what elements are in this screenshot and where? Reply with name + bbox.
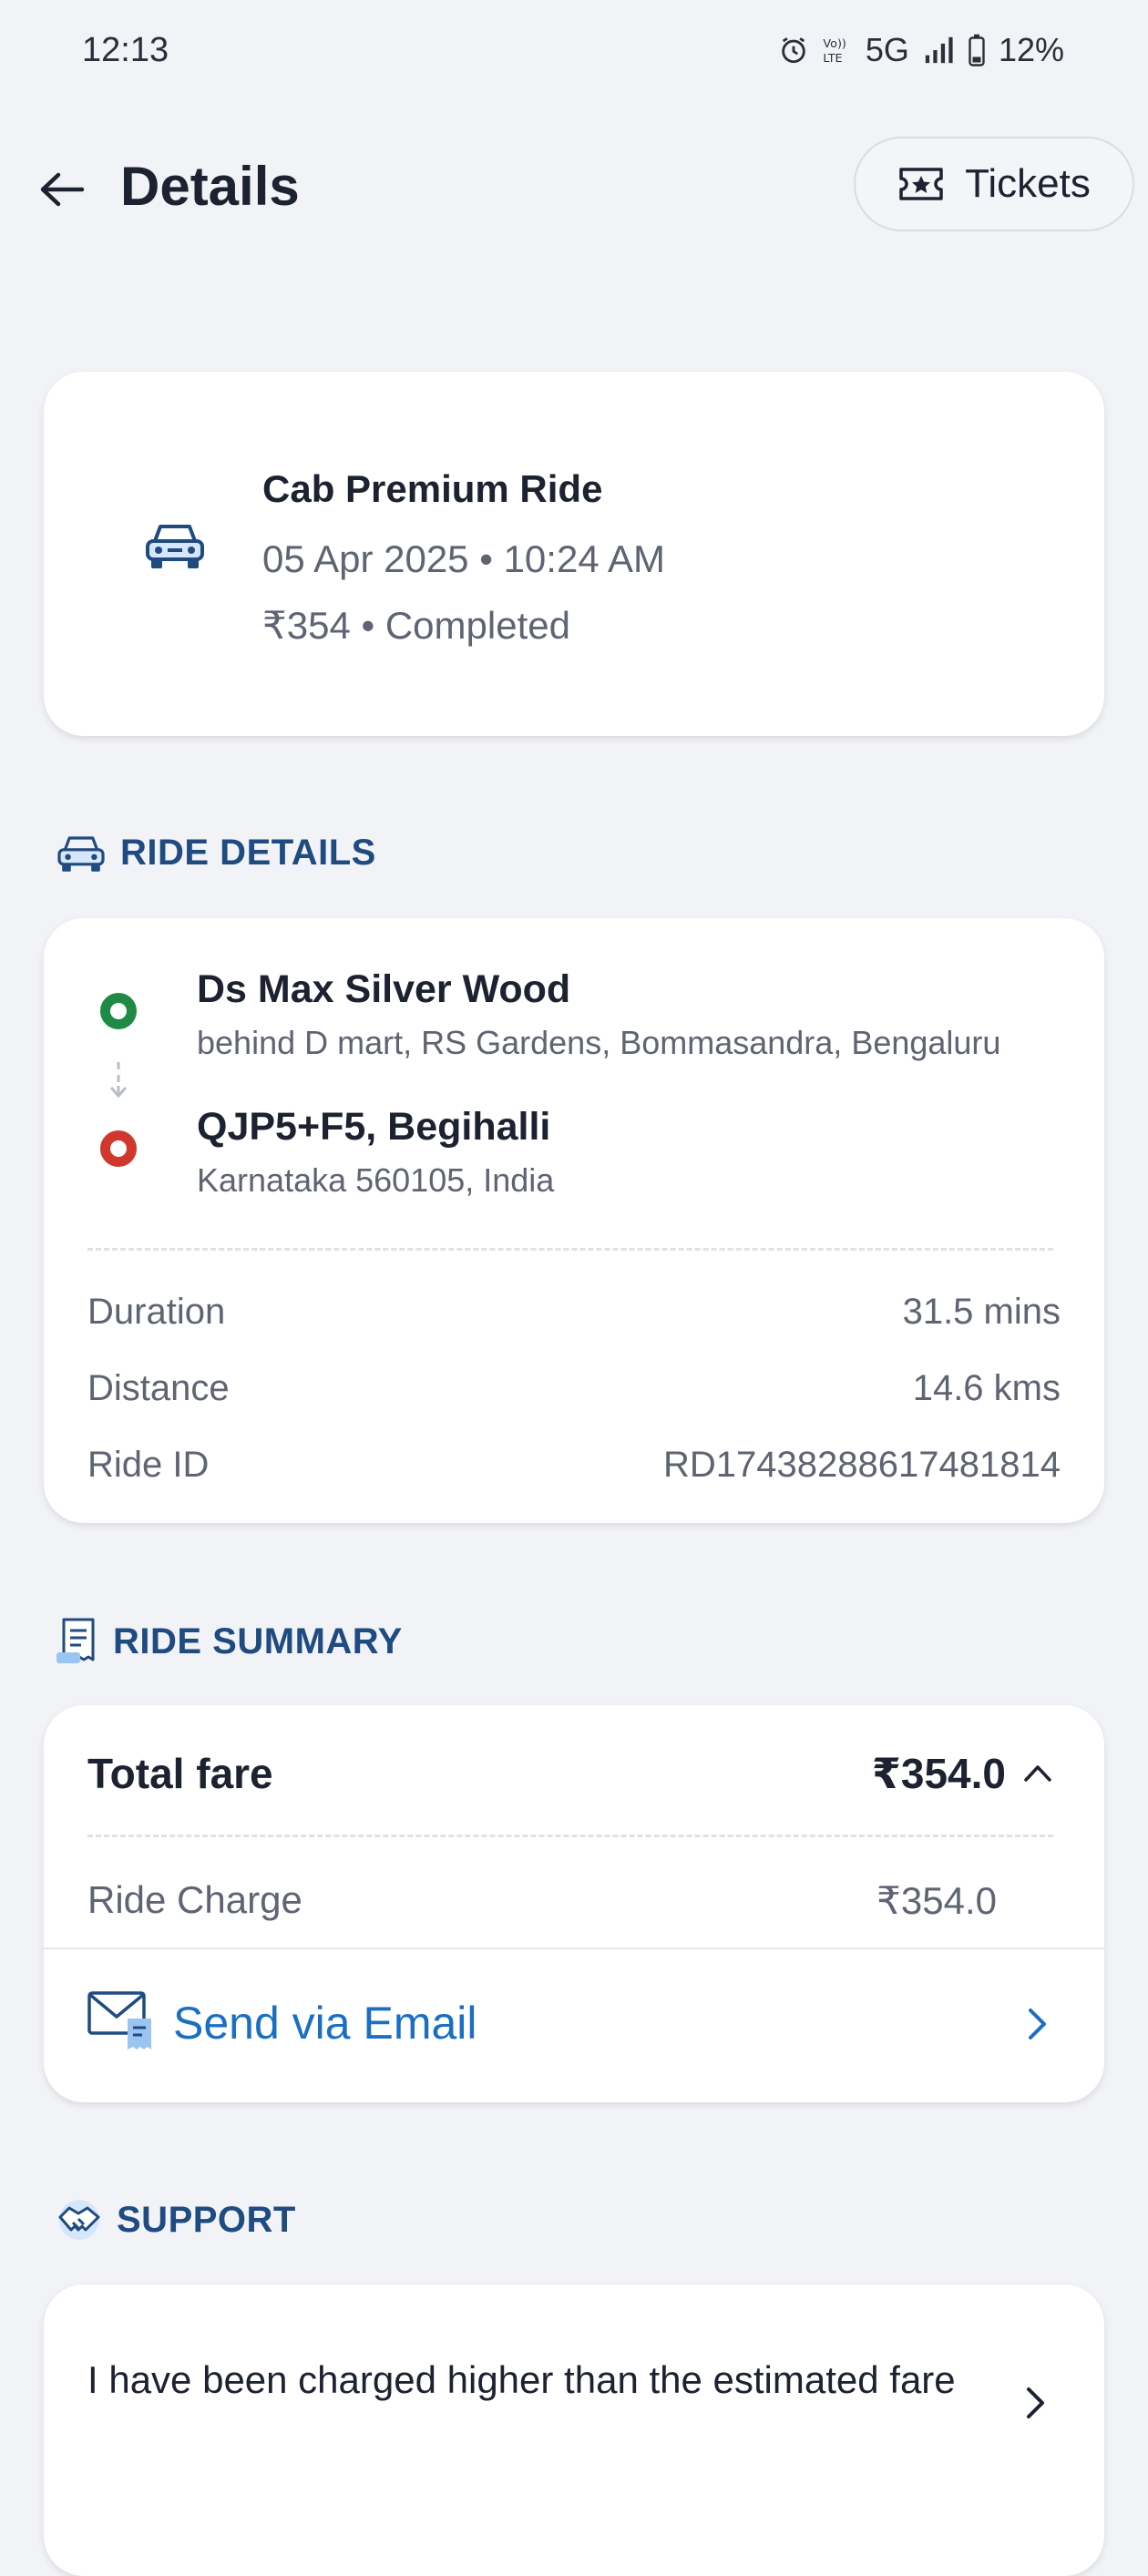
divider [87, 1248, 1053, 1251]
total-fare-label: Total fare [87, 1750, 273, 1797]
support-item-label: I have been charged higher than the esti… [87, 2358, 956, 2401]
ride-summary-heading: RIDE SUMMARY [55, 1616, 403, 1667]
ride-details-card: Ds Max Silver Wood behind D mart, RS Gar… [44, 918, 1104, 1523]
svg-text:Vo)): Vo)) [823, 37, 846, 51]
page-title: Details [120, 156, 300, 217]
ride-summary-title: RIDE SUMMARY [113, 1620, 403, 1661]
total-fare-value: ₹354.0 [871, 1750, 1006, 1797]
handshake-icon [58, 2200, 100, 2240]
drop-marker-icon [100, 1130, 137, 1167]
ride-date-time: 05 Apr 2025 • 10:24 AM [262, 537, 666, 580]
send-via-email-button[interactable]: Send via Email [44, 1949, 1104, 2102]
back-button[interactable] [35, 162, 89, 217]
ride-summary-card: Cab Premium Ride 05 Apr 2025 • 10:24 AM … [44, 372, 1104, 736]
duration-label: Duration [87, 1292, 226, 1332]
distance-value: 14.6 kms [912, 1368, 1061, 1408]
ride-id-label: Ride ID [87, 1445, 210, 1485]
send-via-email-label: Send via Email [173, 1998, 477, 2049]
support-heading: SUPPORT [55, 2197, 296, 2243]
battery-icon [969, 34, 985, 66]
car-icon [57, 836, 105, 872]
car-icon [146, 525, 204, 568]
chevron-up-icon[interactable] [1022, 1762, 1053, 1784]
support-card: I have been charged higher than the esti… [44, 2285, 1104, 2576]
chevron-right-icon [1029, 2009, 1046, 2039]
email-icon [87, 1991, 151, 2050]
status-time: 12:13 [82, 31, 169, 69]
app-bar: Details Tickets [0, 137, 1148, 237]
signal-icon [925, 36, 953, 64]
drop-name: QJP5+F5, Begihalli [197, 1105, 551, 1149]
svg-text:LTE: LTE [823, 52, 842, 66]
ride-details-heading: RIDE DETAILS [55, 831, 376, 874]
distance-label: Distance [87, 1368, 230, 1408]
fare-card: Total fare ₹354.0 Ride Charge ₹354.0 Sen… [44, 1705, 1104, 2102]
divider [87, 1835, 1053, 1837]
ride-charge-label: Ride Charge [87, 1878, 302, 1921]
pickup-marker-icon [100, 993, 137, 1029]
ride-charge-value: ₹354.0 [876, 1879, 997, 1922]
support-item-higher-charge[interactable]: I have been charged higher than the esti… [44, 2285, 1104, 2558]
pickup-name: Ds Max Silver Wood [197, 967, 571, 1011]
tickets-button[interactable]: Tickets [854, 137, 1134, 231]
arrow-down-icon [109, 1062, 128, 1099]
alarm-icon [782, 37, 805, 64]
chevron-right-icon [1027, 2387, 1044, 2418]
status-bar: 12:13 Vo)) LTE 5G 12% [0, 0, 1148, 100]
ride-details-title: RIDE DETAILS [120, 832, 376, 873]
volte-icon: Vo))LTE [823, 37, 846, 66]
network-type: 5G [865, 31, 909, 68]
receipt-icon [56, 1618, 95, 1663]
ride-id-value: RD17438288617481814 [663, 1445, 1061, 1485]
arrow-left-icon [40, 172, 85, 207]
ticket-icon [899, 168, 943, 200]
drop-address: Karnataka 560105, India [197, 1161, 555, 1199]
tickets-label: Tickets [965, 161, 1091, 206]
pickup-address: behind D mart, RS Gardens, Bommasandra, … [197, 1024, 1001, 1061]
ride-price-status: ₹354 • Completed [262, 604, 570, 647]
battery-percent: 12% [998, 31, 1064, 68]
ride-title: Cab Premium Ride [262, 467, 603, 510]
support-title: SUPPORT [117, 2199, 296, 2240]
duration-value: 31.5 mins [902, 1292, 1061, 1332]
status-icons: Vo)) LTE 5G 12% [778, 31, 1064, 69]
